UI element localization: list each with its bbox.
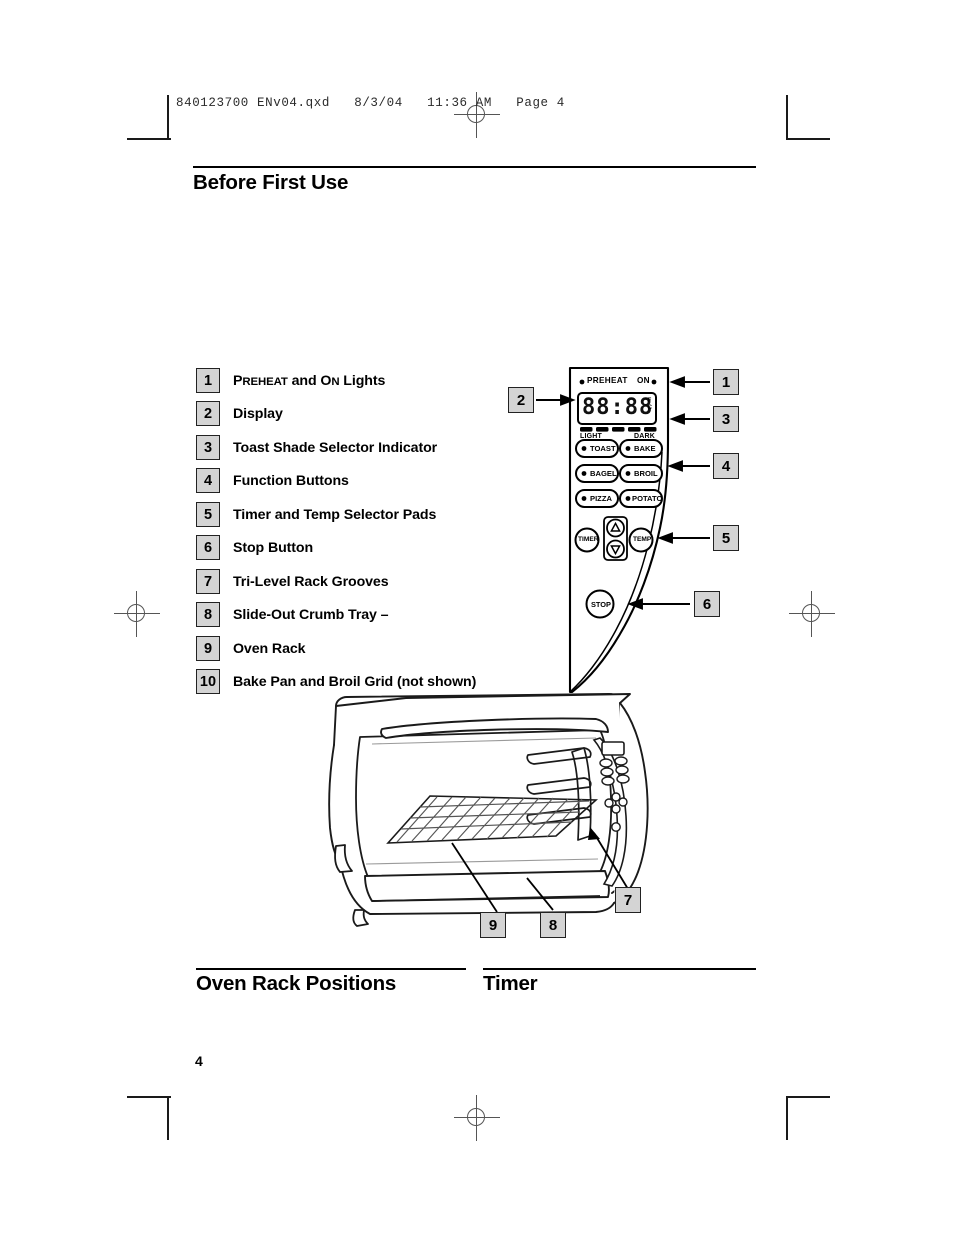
shade-scale-light-label: LIGHT [580,433,602,440]
registration-mark-left [114,591,160,637]
parts-key-number: 3 [196,435,220,460]
display-unit-celsius: °C [645,404,652,411]
preheat-indicator-label: PREHEAT [587,376,628,385]
crop-mark-top-right-vertical [786,95,788,139]
parts-key-label: Tri-Level Rack Grooves [233,573,389,590]
timer-selector-button-label[interactable]: TIMER [578,536,599,543]
stop-button-label[interactable]: STOP [591,600,611,609]
page-title: Before First Use [193,171,349,194]
parts-key-row: 9 Oven Rack [196,636,306,661]
heading-rule-main [193,166,756,169]
parts-key-row: 4 Function Buttons [196,468,349,493]
function-button-pizza-label[interactable]: PIZZA [590,494,612,503]
function-button-bagel-label[interactable]: BAGEL [590,469,617,478]
parts-key-number: 9 [196,636,220,661]
parts-key-number: 1 [196,368,220,393]
temp-selector-button-label[interactable]: TEMP [633,536,651,543]
parts-key-row: 5 Timer and Temp Selector Pads [196,502,436,527]
display-digits: 88:88 [582,395,654,420]
crop-mark-bottom-right-vertical [786,1096,788,1140]
parts-key-row: 1 PREHEAT and ON Lights [196,368,385,393]
parts-key-row: 2 Display [196,401,283,426]
crop-mark-bottom-right-horizontal [786,1096,830,1098]
callout-7: 7 [615,887,641,913]
parts-key-label: Stop Button [233,539,314,556]
parts-key-label: Toast Shade Selector Indicator [233,439,438,456]
crop-mark-bottom-left-vertical [167,1096,169,1140]
display-unit-fahrenheit: °F [645,397,652,404]
shade-scale-dark-label: DARK [634,433,656,440]
crop-mark-top-left-vertical [167,95,169,139]
callout-2: 2 [508,387,534,413]
crop-mark-top-right-horizontal [786,138,830,140]
page-number: 4 [195,1053,203,1069]
parts-key-label: Timer and Temp Selector Pads [233,506,437,523]
parts-key-number: 10 [196,669,220,694]
function-button-bake-label[interactable]: BAKE [634,444,656,453]
callout-8: 8 [540,912,566,938]
parts-key-number: 7 [196,569,220,594]
parts-key-label: Oven Rack [233,640,306,657]
parts-key-number: 2 [196,401,220,426]
registration-mark-bottom [454,1095,500,1141]
file-header-slug: 840123700 ENv04.qxd 8/3/04 11:36 AM Page… [176,96,565,110]
function-button-potato-label[interactable]: POTATO [632,494,662,503]
manual-page: 840123700 ENv04.qxd 8/3/04 11:36 AM Page… [0,0,954,1235]
function-button-broil-label[interactable]: BROIL [634,469,658,478]
parts-key-number: 5 [196,502,220,527]
heading-oven-rack-positions: Oven Rack Positions [196,972,397,995]
callout-1: 1 [713,369,739,395]
callout-3: 3 [713,406,739,432]
parts-key-row: 3 Toast Shade Selector Indicator [196,435,437,460]
parts-key-row: 6 Stop Button [196,535,313,560]
parts-key-number: 4 [196,468,220,493]
heading-rule-timer [483,968,756,971]
function-button-toast-label[interactable]: TOAST [590,444,616,453]
callout-6: 6 [694,591,720,617]
parts-key-label: Function Buttons [233,472,349,489]
parts-key-number: 8 [196,602,220,627]
crop-mark-bottom-left-horizontal [127,1096,171,1098]
parts-key-row: 7 Tri-Level Rack Grooves [196,569,389,594]
callout-4: 4 [713,453,739,479]
heading-timer: Timer [483,972,538,995]
crop-mark-top-left-horizontal [127,138,171,140]
heading-rule-oven-rack-positions [196,968,466,971]
parts-key-row: 10 Bake Pan and Broil Grid (not shown) [196,669,476,694]
parts-key-label: Display [233,405,283,422]
parts-key-label: Slide-Out Crumb Tray – [233,606,389,623]
callout-9: 9 [480,912,506,938]
parts-key-label: Bake Pan and Broil Grid (not shown) [233,673,477,690]
parts-key-row: 8 Slide-Out Crumb Tray – [196,602,389,627]
parts-key-label: PREHEAT and ON Lights [233,372,386,389]
callout-5: 5 [713,525,739,551]
registration-mark-right [789,591,835,637]
parts-key-number: 6 [196,535,220,560]
on-indicator-label: ON [637,376,650,385]
